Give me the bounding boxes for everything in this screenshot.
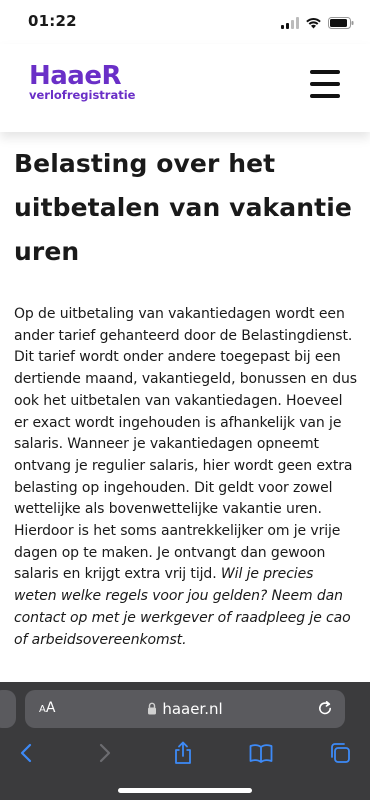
tabs-icon[interactable] xyxy=(327,740,353,766)
reload-icon[interactable] xyxy=(317,700,333,720)
browser-nav-toolbar xyxy=(0,738,370,774)
status-icons xyxy=(281,14,354,33)
back-icon[interactable] xyxy=(13,740,39,766)
battery-icon xyxy=(328,14,354,33)
previous-tab-pill[interactable] xyxy=(0,690,16,728)
bookmarks-icon[interactable] xyxy=(248,740,274,766)
menu-bar-icon xyxy=(310,94,340,98)
lock-icon xyxy=(147,701,157,719)
menu-bar-icon xyxy=(310,82,340,86)
home-indicator xyxy=(118,788,252,793)
article-title: Belasting over het uitbetalen van vakant… xyxy=(14,149,352,266)
status-bar: 01:22 xyxy=(0,0,370,44)
wifi-icon xyxy=(305,14,322,33)
menu-bar-icon xyxy=(310,70,340,74)
status-time: 01:22 xyxy=(28,12,77,30)
signal-icon xyxy=(281,14,299,33)
browser-toolbar: AA haaer.nl xyxy=(0,682,370,800)
logo-wordmark: HaaeR xyxy=(29,61,122,91)
haaer-logo[interactable]: HaaeR verlofregistratie xyxy=(29,62,135,102)
article-body-text: Op de uitbetaling van vakantiedagen word… xyxy=(14,306,357,583)
article-body: Op de uitbetaling van vakantiedagen word… xyxy=(14,304,360,651)
address-bar[interactable]: AA haaer.nl xyxy=(25,690,345,728)
logo-tagline: verlofregistratie xyxy=(29,88,136,102)
url-display[interactable]: haaer.nl xyxy=(25,700,345,719)
hamburger-menu-button[interactable] xyxy=(310,70,340,98)
share-icon[interactable] xyxy=(170,740,196,766)
site-header: HaaeR verlofregistratie xyxy=(0,44,370,132)
forward-icon[interactable] xyxy=(92,740,118,766)
article: Belasting over het uitbetalen van vakant… xyxy=(14,140,360,651)
url-text: haaer.nl xyxy=(162,700,223,718)
